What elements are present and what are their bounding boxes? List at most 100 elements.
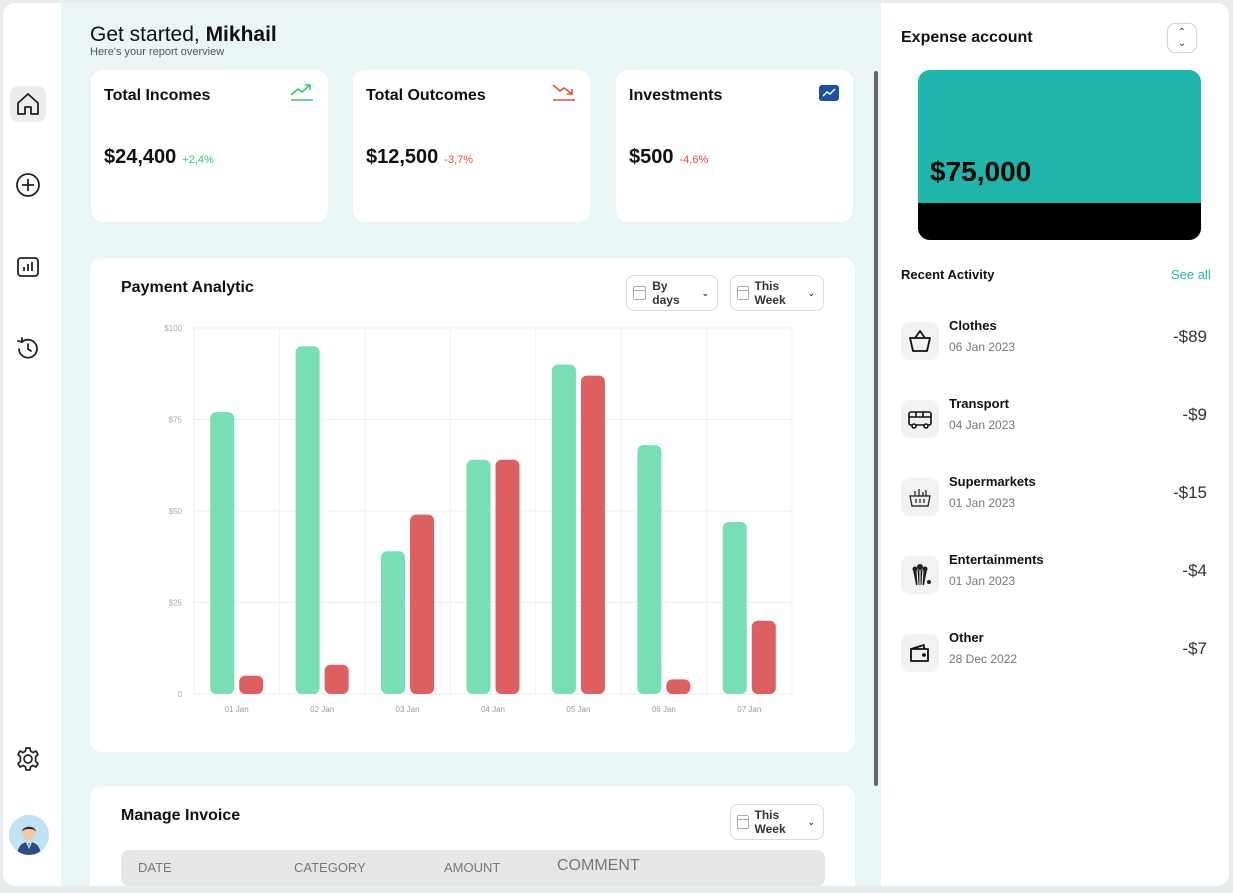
account-switch-button[interactable]: ⌃ ⌄	[1167, 23, 1197, 53]
plus-circle-icon	[16, 173, 40, 197]
activity-name: Entertainments	[949, 552, 1044, 567]
recent-activity-title: Recent Activity	[901, 267, 995, 282]
card-amount: $12,500 -3,7%	[366, 146, 473, 169]
column-comment[interactable]: COMMENT	[557, 857, 640, 875]
sidebar	[3, 3, 61, 886]
x-tick-label: 05 Jan	[566, 705, 590, 714]
grocery-basket-icon	[901, 478, 939, 516]
calendar-icon	[737, 815, 749, 829]
trending-up-icon	[290, 84, 313, 101]
sidebar-item-history[interactable]	[10, 331, 46, 367]
card-amount-value: $24,400	[104, 146, 177, 168]
activity-item[interactable]: Supermarkets 01 Jan 2023 -$15	[901, 470, 1221, 522]
x-tick-label: 07 Jan	[737, 705, 761, 714]
chart-badge-icon	[819, 85, 839, 101]
activity-date: 28 Dec 2022	[949, 652, 1018, 666]
greeting-prefix: Get started,	[90, 23, 200, 46]
page-subtitle: Here's your report overview	[90, 46, 225, 58]
x-tick-label: 02 Jan	[310, 705, 334, 714]
y-tick-label: $100	[164, 324, 182, 333]
app-frame: Get started, Mikhail Here's your report …	[3, 3, 1229, 886]
activity-item[interactable]: Entertainments 01 Jan 2023 -$4	[901, 548, 1221, 600]
activity-name: Transport	[949, 396, 1009, 411]
sidebar-item-home[interactable]	[10, 86, 46, 122]
account-balance: $75,000	[930, 156, 1032, 187]
activity-item[interactable]: Other 28 Dec 2022 -$7	[901, 626, 1221, 678]
see-all-link[interactable]: See all	[1171, 267, 1211, 282]
card-total-outcomes[interactable]: Total Outcomes $12,500 -3,7%	[353, 70, 590, 222]
avatar[interactable]	[9, 815, 49, 855]
gear-icon	[17, 747, 39, 771]
chart-bar	[751, 620, 776, 694]
invoice-table-header: DATE CATEGORY AMOUNT COMMENT	[121, 850, 825, 886]
activity-amount: -$15	[1172, 483, 1207, 502]
sidebar-item-reports[interactable]	[10, 249, 46, 285]
invoice-range-dropdown[interactable]: This Week ⌄	[730, 804, 824, 840]
y-tick-label: 0	[178, 690, 183, 699]
scrollbar[interactable]	[874, 71, 878, 786]
sidebar-item-add[interactable]	[10, 167, 46, 203]
card-band	[918, 203, 1201, 240]
card-label: Investments	[629, 87, 723, 104]
payment-analytic-panel: Payment Analytic By days ⌄ This Week ⌄ $…	[90, 258, 855, 752]
chart-bar	[466, 459, 491, 694]
y-tick-label: $50	[169, 507, 183, 516]
card-change: -3,7%	[444, 154, 474, 166]
sidebar-item-settings[interactable]	[10, 741, 46, 777]
account-card[interactable]: $75,000	[918, 70, 1201, 240]
column-category[interactable]: CATEGORY	[294, 860, 366, 875]
activity-name: Supermarkets	[949, 474, 1036, 489]
expense-panel: Expense account ⌃ ⌄ $75,000 Recent Activi…	[883, 3, 1229, 886]
manage-invoice-panel: Manage Invoice This Week ⌄ DATE CATEGORY…	[90, 786, 855, 886]
column-date[interactable]: DATE	[138, 860, 172, 875]
activity-name: Other	[949, 630, 984, 645]
activity-amount: -$7	[1182, 639, 1207, 658]
expense-account-title: Expense account	[901, 29, 1033, 46]
card-amount-value: $500	[629, 146, 674, 168]
activity-name: Clothes	[949, 318, 997, 333]
card-change: +2,4%	[182, 154, 214, 166]
card-label: Total Incomes	[104, 87, 211, 104]
invoice-range-label: This Week	[754, 808, 786, 836]
card-total-incomes[interactable]: Total Incomes $24,400 +2,4%	[91, 70, 328, 222]
home-icon	[17, 93, 39, 115]
column-amount[interactable]: AMOUNT	[444, 860, 500, 875]
chart-bar	[580, 375, 605, 694]
payment-chart: $100 $75 $50 $25 0 01 Jan 02 Jan 03 Jan 04 Jan 05…	[164, 324, 793, 714]
activity-date: 04 Jan 2023	[949, 418, 1016, 432]
basket-icon	[901, 322, 939, 360]
activity-amount: -$89	[1172, 327, 1207, 346]
y-tick-label: $75	[169, 416, 183, 425]
card-change: -4,6%	[679, 154, 709, 166]
card-amount: $24,400 +2,4%	[104, 146, 214, 169]
card-amount-value: $12,500	[366, 146, 439, 168]
chart-bar	[239, 675, 264, 694]
card-amount: $500 -4,6%	[629, 146, 708, 169]
chevron-updown-icon: ⌃ ⌄	[1177, 27, 1187, 49]
chart-bar	[324, 664, 349, 694]
main-content: Get started, Mikhail Here's your report …	[61, 3, 881, 886]
chevron-down-icon: ⌄	[807, 816, 815, 827]
user-avatar-icon	[9, 815, 49, 855]
activity-date: 01 Jan 2023	[949, 574, 1016, 588]
activity-date: 06 Jan 2023	[949, 340, 1016, 354]
chart-bar	[637, 445, 662, 694]
page-title: Get started, Mikhail	[90, 23, 277, 47]
wallet-icon	[901, 634, 939, 672]
activity-amount: -$4	[1182, 561, 1207, 580]
chart-bar	[722, 521, 747, 694]
card-label: Total Outcomes	[366, 87, 486, 104]
chart-bar	[495, 459, 520, 694]
chart-bar	[551, 364, 576, 694]
trending-down-icon	[552, 84, 575, 101]
activity-item[interactable]: Clothes 06 Jan 2023 -$89	[901, 314, 1221, 366]
activity-amount: -$9	[1182, 405, 1207, 424]
bar-chart-icon	[17, 257, 39, 277]
x-tick-label: 06 Jan	[652, 705, 676, 714]
chart-bar	[210, 412, 235, 694]
activity-item[interactable]: Transport 04 Jan 2023 -$9	[901, 392, 1221, 444]
card-investments[interactable]: Investments $500 -4,6%	[616, 70, 853, 222]
popcorn-icon	[901, 556, 939, 594]
bus-icon	[901, 400, 939, 438]
panel-title: Manage Invoice	[121, 807, 241, 824]
